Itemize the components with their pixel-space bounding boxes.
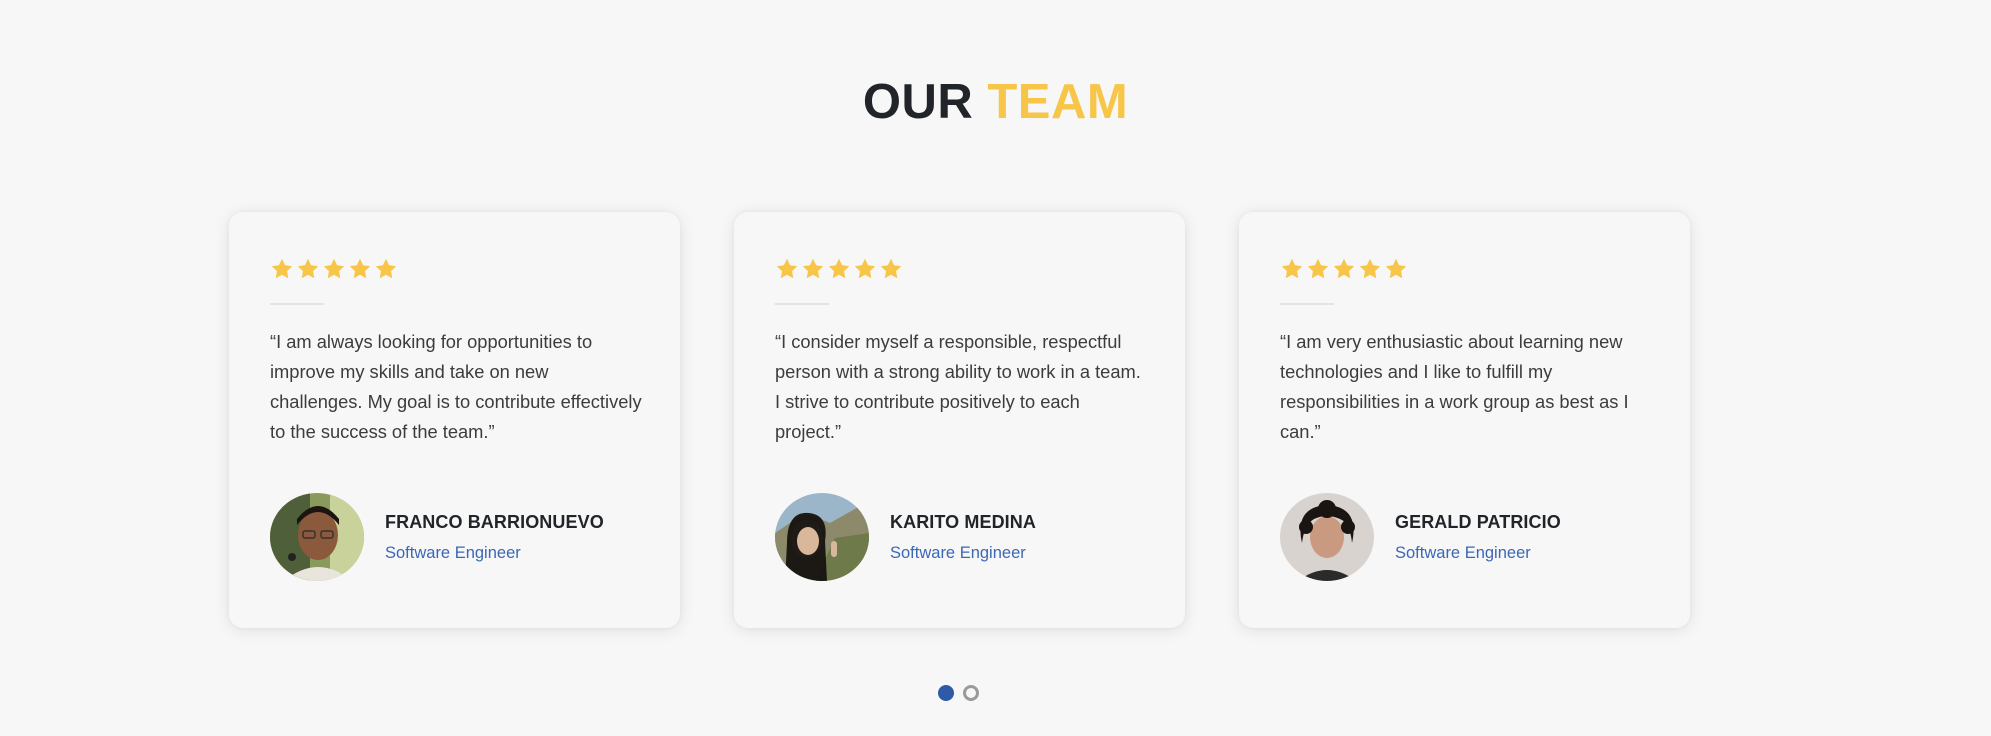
person-info: FRANCO BARRIONUEVO Software Engineer (270, 493, 604, 581)
person-name: GERALD PATRICIO (1395, 512, 1561, 532)
star-icon (374, 257, 398, 281)
testimonial-quote: “I am always looking for opportunities t… (270, 331, 642, 442)
star-icon (1280, 257, 1304, 281)
testimonial-quote: “I consider myself a responsible, respec… (775, 331, 1141, 442)
team-card: “I am very enthusiastic about learning n… (1239, 212, 1690, 628)
title-word-our: OUR (862, 75, 974, 129)
person-role: Software Engineer (890, 544, 1026, 562)
our-team-section: OUR TEAM “I am always looking for opport… (0, 0, 1991, 736)
title-word-team: TEAM (987, 75, 1129, 129)
person-name: FRANCO BARRIONUEVO (385, 512, 604, 532)
avatar (775, 493, 869, 581)
person-role: Software Engineer (1395, 544, 1531, 562)
star-icon (1306, 257, 1330, 281)
person-role: Software Engineer (385, 544, 521, 562)
star-icon (775, 257, 799, 281)
star-icon (827, 257, 851, 281)
star-icon (1384, 257, 1408, 281)
star-rating (1280, 256, 1650, 282)
section-title: OUR TEAM (0, 74, 1991, 130)
star-rating (270, 256, 640, 282)
star-rating (775, 256, 1145, 282)
person-name: KARITO MEDINA (890, 512, 1036, 532)
star-icon (322, 257, 346, 281)
testimonial-quote: “I am very enthusiastic about learning n… (1280, 331, 1629, 442)
star-icon (1332, 257, 1356, 281)
star-icon (296, 257, 320, 281)
team-card: “I am always looking for opportunities t… (229, 212, 680, 628)
avatar (270, 493, 364, 581)
person-info: KARITO MEDINA Software Engineer (775, 493, 1036, 581)
star-icon (853, 257, 877, 281)
pagination-dot-1[interactable] (938, 685, 954, 701)
star-icon (801, 257, 825, 281)
pagination-dot-2[interactable] (963, 685, 979, 701)
star-icon (270, 257, 294, 281)
star-icon (1358, 257, 1382, 281)
divider (270, 303, 324, 305)
team-card: “I consider myself a responsible, respec… (734, 212, 1185, 628)
star-icon (879, 257, 903, 281)
person-info: GERALD PATRICIO Software Engineer (1280, 493, 1561, 581)
team-carousel[interactable]: “I am always looking for opportunities t… (229, 212, 1690, 628)
star-icon (348, 257, 372, 281)
carousel-pagination (938, 685, 979, 701)
divider (775, 303, 829, 305)
divider (1280, 303, 1334, 305)
avatar (1280, 493, 1374, 581)
